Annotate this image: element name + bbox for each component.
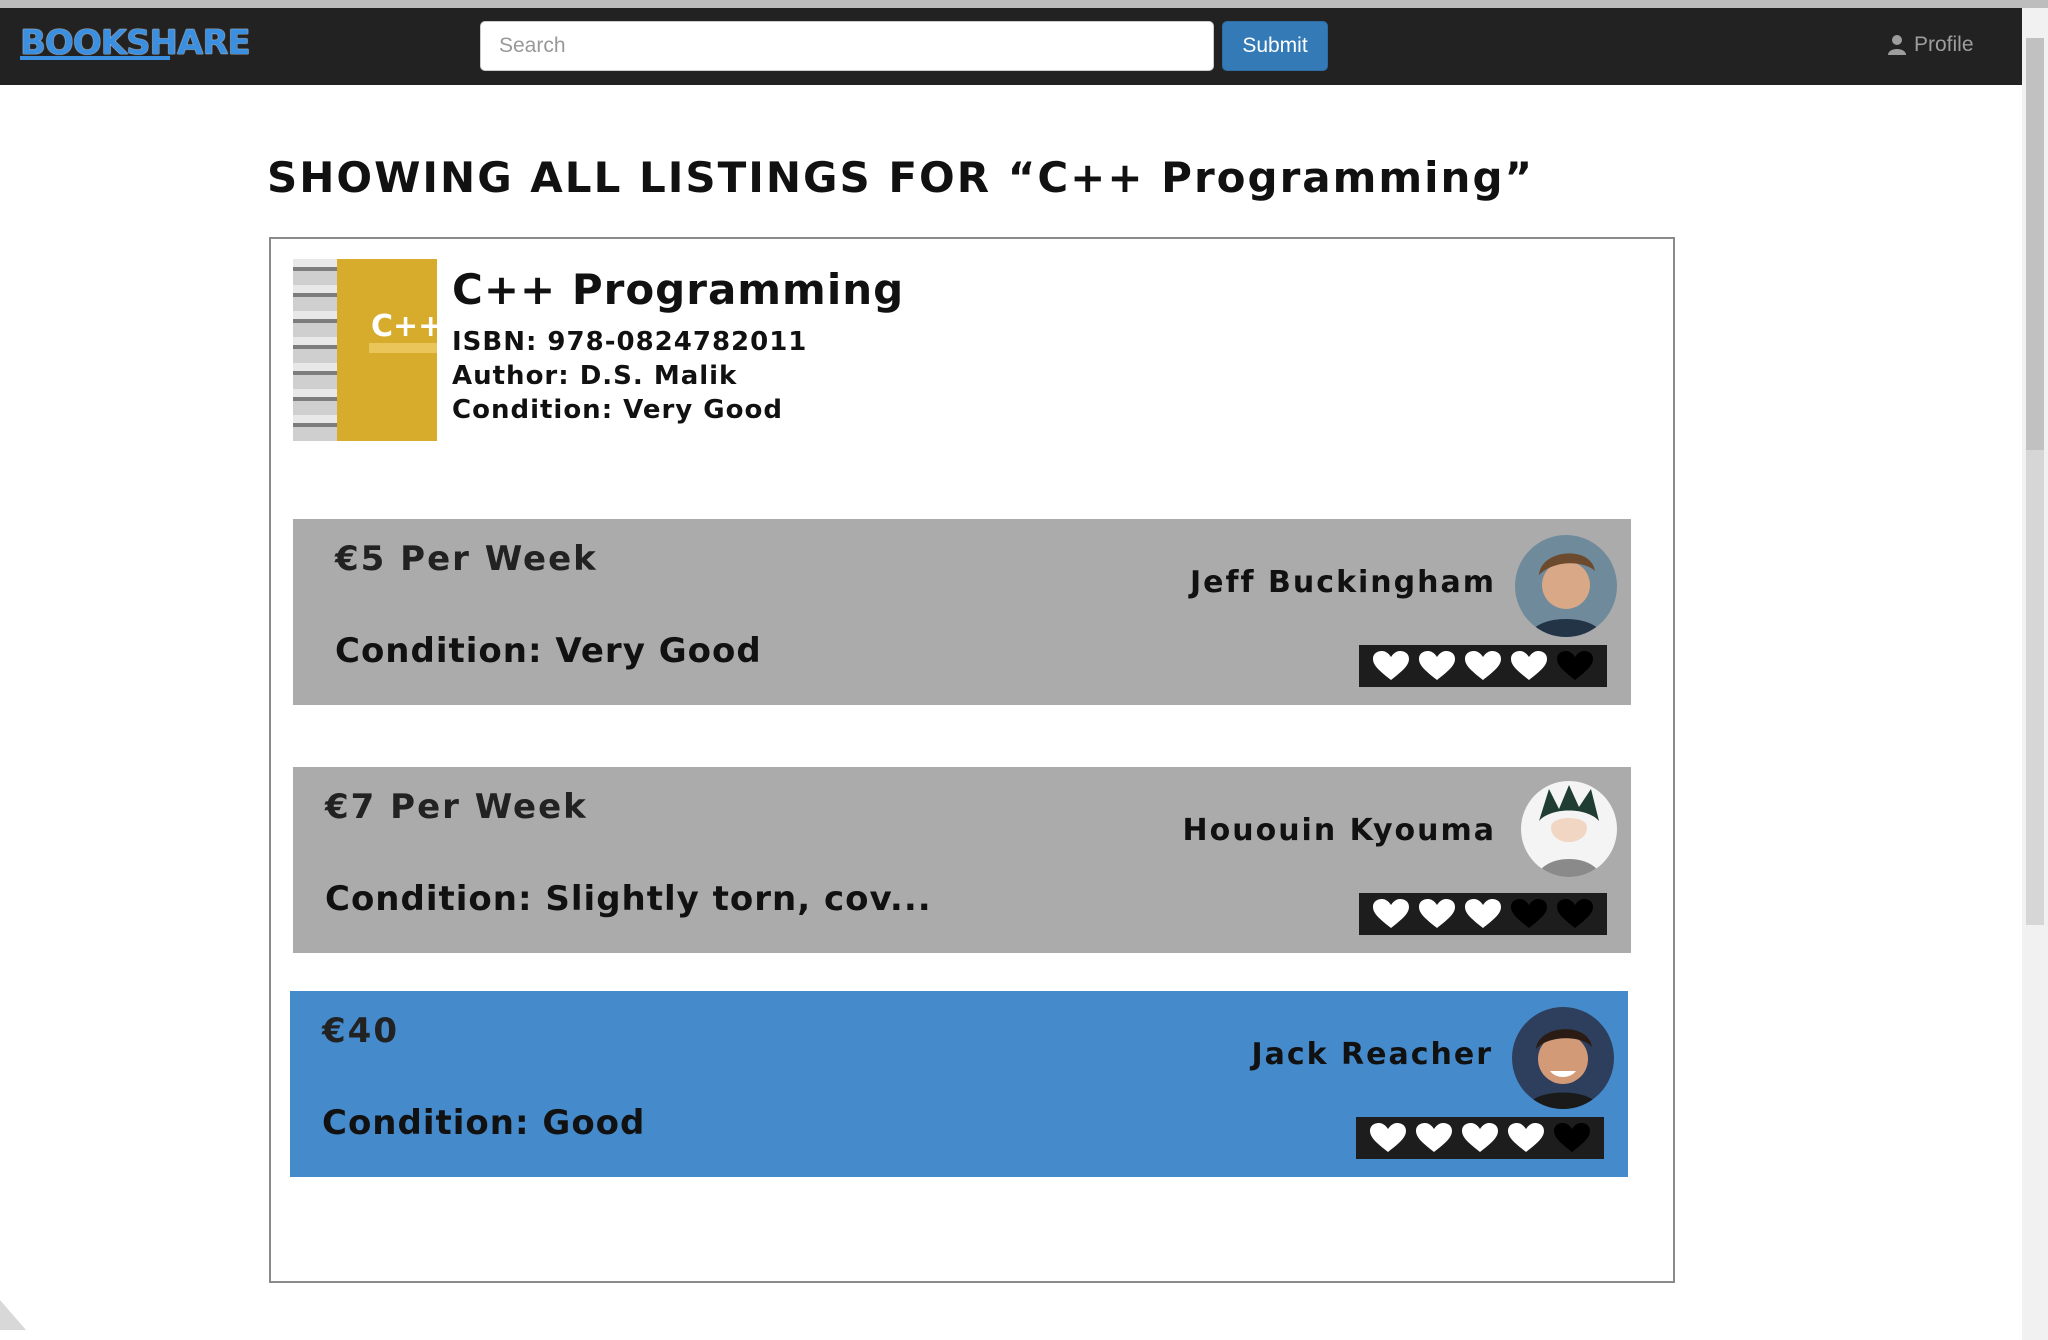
cover-band: [369, 343, 437, 353]
seller-name[interactable]: Hououin Kyouma: [1183, 813, 1496, 848]
browser-top-edge: [0, 0, 2048, 8]
submit-button[interactable]: Submit: [1222, 21, 1328, 71]
cover-stairs-art: [293, 259, 337, 441]
book-cover-image: C++: [293, 259, 437, 441]
heart-icon-filled: [1419, 899, 1455, 928]
heart-icon-empty: [1557, 651, 1593, 680]
seller-avatar[interactable]: [1521, 781, 1617, 877]
cover-title: C++: [371, 309, 437, 344]
vertical-scrollbar[interactable]: [2022, 8, 2048, 1340]
scrollbar-track: [2026, 450, 2044, 925]
seller-rating: [1356, 1117, 1604, 1159]
heart-icon-filled: [1465, 899, 1501, 928]
listing-condition: Condition: Good: [322, 1103, 646, 1143]
listings-panel: C++ C++ Programming ISBN: 978-0824782011…: [269, 237, 1675, 1283]
listing-condition: Condition: Slightly torn, cov...: [325, 879, 932, 919]
page-corner-decoration: [0, 1300, 26, 1330]
seller-rating: [1359, 645, 1607, 687]
heart-icon-filled: [1462, 1123, 1498, 1152]
heart-icon-filled: [1373, 651, 1409, 680]
scrollbar-thumb[interactable]: [2026, 38, 2044, 450]
page-title: SHOWING ALL LISTINGS FOR “C++ Programmin…: [267, 153, 1535, 202]
listing-card[interactable]: €5 Per Week Condition: Very Good Jeff Bu…: [293, 519, 1631, 705]
listing-price: €7 Per Week: [325, 787, 588, 827]
listing-card-selected[interactable]: €40 Condition: Good Jack Reacher: [290, 991, 1628, 1177]
seller-name[interactable]: Jack Reacher: [1251, 1037, 1493, 1072]
heart-icon-filled: [1373, 899, 1409, 928]
seller-rating: [1359, 893, 1607, 935]
book-author: Author: D.S. Malik: [452, 361, 738, 391]
book-condition: Condition: Very Good: [452, 395, 783, 425]
seller-avatar[interactable]: [1515, 535, 1617, 637]
heart-icon-filled: [1511, 651, 1547, 680]
seller-name[interactable]: Jeff Buckingham: [1190, 565, 1496, 600]
heart-icon-filled: [1508, 1123, 1544, 1152]
listing-price: €5 Per Week: [335, 539, 598, 579]
profile-label: Profile: [1914, 33, 1974, 56]
heart-icon-empty: [1557, 899, 1593, 928]
book-isbn: ISBN: 978-0824782011: [452, 327, 808, 357]
navbar: BOOKSHARE Submit Profile: [0, 8, 2022, 85]
heart-icon-filled: [1419, 651, 1455, 680]
heart-icon-filled: [1465, 651, 1501, 680]
seller-avatar[interactable]: [1512, 1007, 1614, 1109]
heart-icon-empty: [1511, 899, 1547, 928]
search-input[interactable]: [480, 21, 1214, 71]
heart-icon-empty: [1554, 1123, 1590, 1152]
logo-underline: [20, 56, 170, 60]
listing-price: €40: [322, 1011, 399, 1051]
listing-condition: Condition: Very Good: [335, 631, 762, 671]
heart-icon-filled: [1416, 1123, 1452, 1152]
heart-icon-filled: [1370, 1123, 1406, 1152]
user-icon: [1888, 35, 1906, 55]
book-title: C++ Programming: [452, 265, 905, 314]
listing-card[interactable]: €7 Per Week Condition: Slightly torn, co…: [293, 767, 1631, 953]
profile-link[interactable]: Profile: [1886, 30, 1974, 60]
bookshare-logo[interactable]: BOOKSHARE: [20, 20, 251, 66]
